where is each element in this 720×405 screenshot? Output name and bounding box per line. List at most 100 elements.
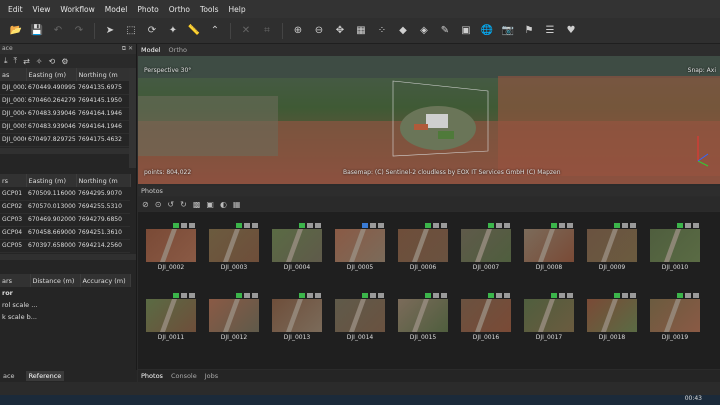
redo-icon[interactable]: ↷ [71,23,87,39]
table-row[interactable]: GCP05 670397.658000 7694214.2560 [0,239,130,253]
polyline-icon[interactable]: ⌃ [207,23,223,39]
grid-icon[interactable]: ▦ [353,23,369,39]
table-row[interactable]: DJI_0006 670497.829725 7694175.4632 [0,133,130,147]
column-header[interactable]: Accuracy (m) [80,274,131,287]
rotate-left-icon[interactable]: ↺ [167,200,174,209]
rotate-right-icon[interactable]: ↻ [180,200,187,209]
image-icon[interactable]: ▣ [458,23,474,39]
table-row[interactable]: DJI_0003 670460.264279 7694145.1950 [0,94,130,108]
photo-thumbnail[interactable]: DJI_0005 [332,217,388,275]
photo-thumbnail[interactable]: DJI_0008 [521,217,577,275]
tab-workspace[interactable]: ace [0,371,18,381]
table-row[interactable]: DJI_0004 670483.939046 7694164.1946 [0,107,130,121]
column-header[interactable]: rs [0,174,27,187]
table-row[interactable]: GCP01 670509.116000 7694295.9070 [0,187,130,201]
settings-icon[interactable]: ⚙ [61,57,68,66]
undo-icon[interactable]: ↶ [50,23,66,39]
photo-thumbnail[interactable]: DJI_0002 [143,217,199,275]
zoom-out-icon[interactable]: ⊖ [311,23,327,39]
surface-icon[interactable]: ◆ [395,23,411,39]
ruler-icon[interactable]: 📏 [186,23,202,39]
menu-lines-icon[interactable]: ☰ [542,23,558,39]
photo-thumbnail[interactable]: DJI_0014 [332,287,388,345]
tab-photos[interactable]: Photos [141,372,163,380]
column-header[interactable]: Easting (m) [26,68,77,81]
menu-ortho[interactable]: Ortho [169,5,190,14]
list-item[interactable]: rol scale ... [0,299,136,311]
photo-thumbnail[interactable]: DJI_0006 [395,217,451,275]
menu-help[interactable]: Help [229,5,246,14]
tab-ortho[interactable]: Ortho [169,46,187,54]
tab-reference[interactable]: Reference [25,371,65,381]
move-icon[interactable]: ✥ [332,23,348,39]
tab-jobs[interactable]: Jobs [205,372,218,380]
photo-thumbnail[interactable]: DJI_0019 [647,287,703,345]
texture-icon[interactable]: ◈ [416,23,432,39]
save-icon[interactable]: 💾 [29,23,45,39]
open-folder-icon[interactable]: 📂 [8,23,24,39]
photo-thumbnail[interactable]: DJI_0016 [458,287,514,345]
list-item[interactable]: ror [0,287,136,299]
list-item[interactable]: k scale b... [0,311,136,323]
model-viewport[interactable]: Perspective 30° Snap: Axi points: 804,02… [138,56,720,184]
crop-icon[interactable]: ⌗ [259,23,275,39]
vertical-scrollbar[interactable] [129,68,136,168]
tab-model[interactable]: Model [141,46,161,54]
remove-icon[interactable]: ⊘ [142,200,149,209]
photo-thumbnail[interactable]: DJI_0010 [647,217,703,275]
reset-icon[interactable]: ⊙ [155,200,162,209]
camera-icon[interactable]: 📷 [500,23,516,39]
photo-thumbnail[interactable]: DJI_0015 [395,287,451,345]
tab-console[interactable]: Console [171,372,197,380]
table-row[interactable]: DJI_0002 670449.490995 7694135.6975 [0,81,130,95]
table-row[interactable]: GCP03 670469.902000 7694279.6850 [0,213,130,227]
photo-thumbnail[interactable]: DJI_0011 [143,287,199,345]
rectangle-select-icon[interactable]: ⬚ [123,23,139,39]
convert-icon[interactable]: ⇄ [23,57,30,66]
menu-model[interactable]: Model [105,5,128,14]
color-icon[interactable]: ◐ [220,200,227,209]
photo-thumbnail[interactable]: DJI_0004 [269,217,325,275]
photo-thumbnail[interactable]: DJI_0009 [584,217,640,275]
panel-controls[interactable]: ⧉ ✕ [122,44,133,54]
table-row[interactable]: GCP02 670570.013000 7694255.5310 [0,200,130,214]
points-icon[interactable]: ⁘ [374,23,390,39]
photo-thumbnail[interactable]: DJI_0003 [206,217,262,275]
menu-photo[interactable]: Photo [137,5,158,14]
column-header[interactable]: Northing (m [76,174,131,187]
photo-thumbnail[interactable]: DJI_0012 [206,287,262,345]
photo-thumbnail[interactable]: DJI_0013 [269,287,325,345]
heart-map-icon[interactable]: ♥ [563,23,579,39]
pointer-icon[interactable]: ➤ [102,23,118,39]
column-header[interactable]: Easting (m) [26,174,77,187]
menu-view[interactable]: View [33,5,51,14]
horizontal-scrollbar[interactable] [0,253,136,260]
optimize-icon[interactable]: ✧ [36,57,43,66]
mask-icon[interactable]: ▩ [193,200,201,209]
column-header[interactable]: ars [0,274,31,287]
view-mode-icon[interactable]: ▦ [233,200,241,209]
photo-thumbnail[interactable]: DJI_0018 [584,287,640,345]
table-row[interactable]: GCP04 670458.669000 7694251.3610 [0,226,130,240]
photo-thumbnail[interactable]: DJI_0007 [458,217,514,275]
globe-icon[interactable]: 🌐 [479,23,495,39]
brush-icon[interactable]: ✎ [437,23,453,39]
update-icon[interactable]: ⟲ [49,57,56,66]
horizontal-scrollbar[interactable] [0,147,136,154]
image-icon[interactable]: ▣ [206,200,214,209]
draw-polygon-icon[interactable]: ✦ [165,23,181,39]
column-header[interactable]: Northing (m [76,68,131,81]
column-header[interactable]: Distance (m) [30,274,81,287]
export-icon[interactable]: ⤒ [14,56,18,66]
delete-icon[interactable]: ✕ [238,23,254,39]
zoom-in-icon[interactable]: ⊕ [290,23,306,39]
table-row[interactable]: DJI_0005 670483.939046 7694164.1946 [0,120,130,134]
rotate-icon[interactable]: ⟳ [144,23,160,39]
menu-edit[interactable]: Edit [8,5,23,14]
flag-icon[interactable]: ⚑ [521,23,537,39]
photo-thumbnail[interactable]: DJI_0017 [521,287,577,345]
menu-workflow[interactable]: Workflow [60,5,94,14]
menu-tools[interactable]: Tools [200,5,218,14]
column-header[interactable]: as [0,68,27,81]
import-icon[interactable]: ⤓ [4,56,8,66]
